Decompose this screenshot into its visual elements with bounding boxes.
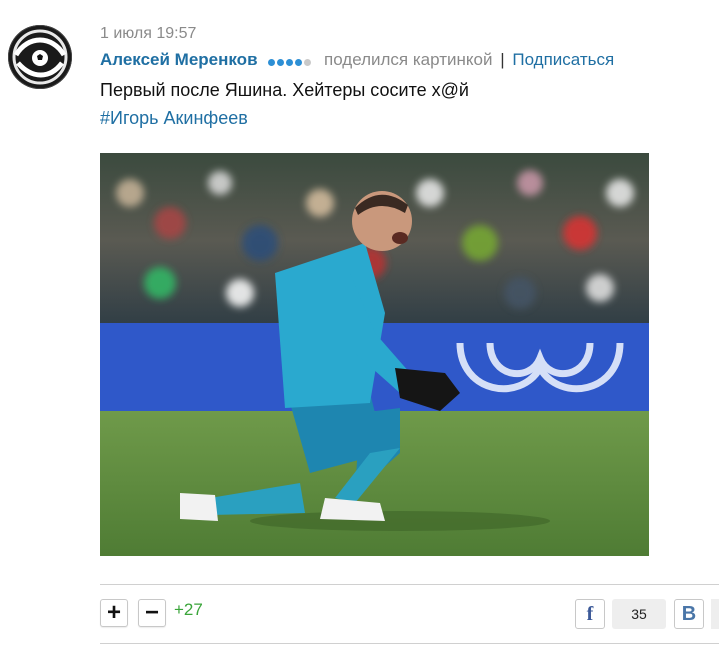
post-score: +27 — [174, 600, 203, 619]
vk-share-button[interactable]: B — [674, 599, 704, 629]
post-action-text: поделился картинкой — [323, 50, 493, 69]
byline: Алексей Меренков поделился картинкой | П… — [100, 50, 614, 71]
post-date: 1 июля 19:57 — [100, 25, 197, 42]
facebook-share-button[interactable]: f — [575, 599, 605, 629]
rating-dot — [304, 58, 312, 66]
divider — [100, 584, 719, 585]
byline-separator: | — [500, 50, 505, 69]
post-image[interactable] — [100, 153, 649, 556]
author-link[interactable]: Алексей Меренков — [100, 50, 258, 69]
rating-dot — [277, 58, 285, 66]
post-text: Первый после Яшина. Хейтеры сосите х@й — [100, 80, 469, 100]
share-count: 35 — [612, 599, 666, 629]
rating-dot — [268, 58, 276, 66]
subscribe-link[interactable]: Подписаться — [512, 50, 614, 69]
avatar[interactable] — [8, 25, 72, 89]
upvote-button[interactable]: + — [100, 599, 128, 627]
divider — [100, 643, 719, 644]
rating-dot — [286, 58, 294, 66]
downvote-button[interactable]: − — [138, 599, 166, 627]
author-rating — [268, 51, 313, 71]
share-count-partial — [711, 599, 719, 629]
hashtag-link[interactable]: #Игорь Акинфеев — [100, 108, 248, 129]
soccer-ball-icon — [9, 26, 71, 88]
rating-dot — [295, 58, 303, 66]
goalkeeper-photo — [100, 153, 649, 556]
facebook-icon: f — [586, 602, 594, 625]
vk-icon: B — [681, 602, 697, 625]
